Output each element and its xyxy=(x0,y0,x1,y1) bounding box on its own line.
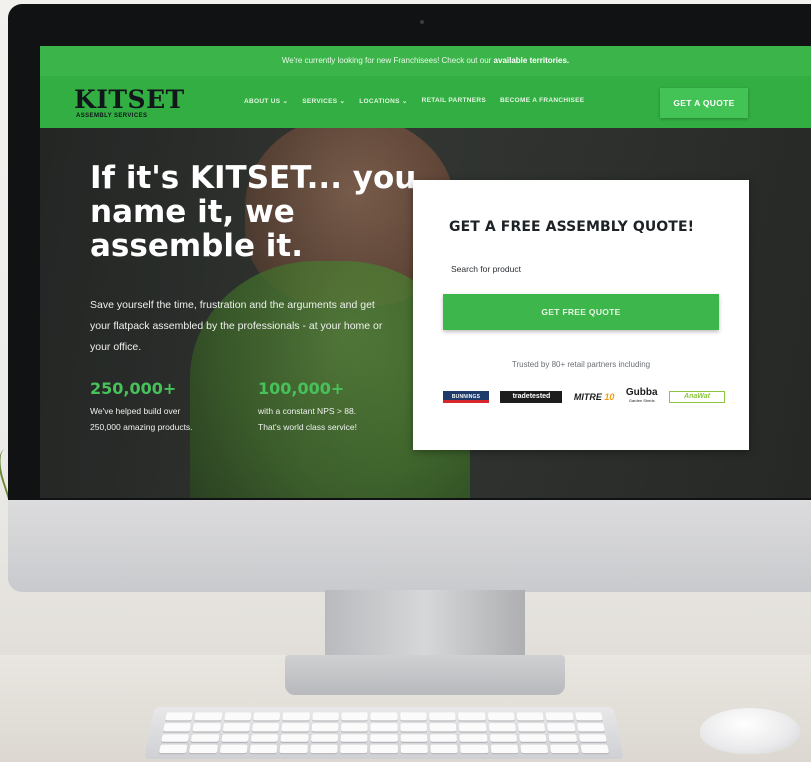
mitre-text: MITRE xyxy=(573,392,605,402)
hero-description: Save yourself the time, frustration and … xyxy=(90,299,383,353)
stat-line: We've helped build over xyxy=(90,406,181,416)
gubba-subtitle: Garden Sheds xyxy=(628,398,655,403)
product-search-input[interactable] xyxy=(449,276,719,290)
get-a-quote-button[interactable]: GET A QUOTE xyxy=(660,88,748,118)
stat-line: with a constant NPS > 88. xyxy=(258,406,357,416)
stat-number: 250,000+ xyxy=(90,379,177,398)
gubba-name: Gubba xyxy=(625,387,658,398)
bunnings-logo: BUNNINGS xyxy=(443,391,489,403)
logo-subtitle: ASSEMBLY SERVICES xyxy=(76,113,148,119)
quote-card-title: GET A FREE ASSEMBLY QUOTE! xyxy=(449,219,695,235)
monitor-stand xyxy=(325,590,525,662)
nav-menu: ABOUT US ⌄ SERVICES ⌄ LOCATIONS ⌄ RETAIL… xyxy=(244,97,584,105)
monitor-chin xyxy=(8,500,811,592)
main-nav: KITSET ASSEMBLY SERVICES ABOUT US ⌄ SERV… xyxy=(40,76,811,128)
hero-title: If it's KITSET... you name it, we assemb… xyxy=(90,160,417,264)
website-screen: We're currently looking for new Franchis… xyxy=(40,46,811,498)
stat-description: We've helped build over 250,000 amazing … xyxy=(90,403,193,435)
nav-item-become-franchisee[interactable]: BECOME A FRANCHISEE xyxy=(500,97,584,105)
stat-products: 250,000+ We've helped build over 250,000… xyxy=(90,379,193,435)
trusted-text: Trusted by 80+ retail partners including xyxy=(511,360,651,369)
announcement-text: We're currently looking for new Franchis… xyxy=(281,56,494,65)
gubba-logo: Gubba Garden Sheds xyxy=(625,387,658,405)
stat-line: 250,000 amazing products. xyxy=(90,422,193,432)
mitre-number: 10 xyxy=(604,392,615,402)
announcement-bar: We're currently looking for new Franchis… xyxy=(40,46,811,76)
keyboard xyxy=(144,707,624,759)
logo[interactable]: KITSET xyxy=(74,87,185,112)
stat-description: with a constant NPS > 88. That's world c… xyxy=(258,403,357,435)
keyboard-keys xyxy=(159,712,609,754)
quote-card: GET A FREE ASSEMBLY QUOTE! Search for pr… xyxy=(413,180,749,450)
tradetested-logo: tradetested xyxy=(500,391,563,403)
announcement-link[interactable]: available territories. xyxy=(494,56,570,65)
get-free-quote-button[interactable]: GET FREE QUOTE xyxy=(443,294,719,330)
camera-icon xyxy=(420,20,424,24)
search-label: Search for product xyxy=(451,264,521,274)
monitor-stand-base xyxy=(285,655,565,695)
nav-item-retail-partners[interactable]: RETAIL PARTNERS xyxy=(422,97,486,105)
stat-number: 100,000+ xyxy=(258,379,345,398)
stat-nps: 100,000+ with a constant NPS > 88. That'… xyxy=(258,379,357,435)
stat-line: That's world class service! xyxy=(258,422,357,432)
nav-item-about-us[interactable]: ABOUT US ⌄ xyxy=(244,97,288,105)
mitre10-logo: MITRE 10 xyxy=(574,392,615,402)
mouse xyxy=(700,708,800,754)
partner-logo-green: AnaWat xyxy=(669,391,725,403)
partner-logos: BUNNINGS tradetested MITRE 10 Gubba Gard… xyxy=(443,386,725,408)
nav-item-locations[interactable]: LOCATIONS ⌄ xyxy=(359,97,407,105)
nav-item-services[interactable]: SERVICES ⌄ xyxy=(302,97,345,105)
